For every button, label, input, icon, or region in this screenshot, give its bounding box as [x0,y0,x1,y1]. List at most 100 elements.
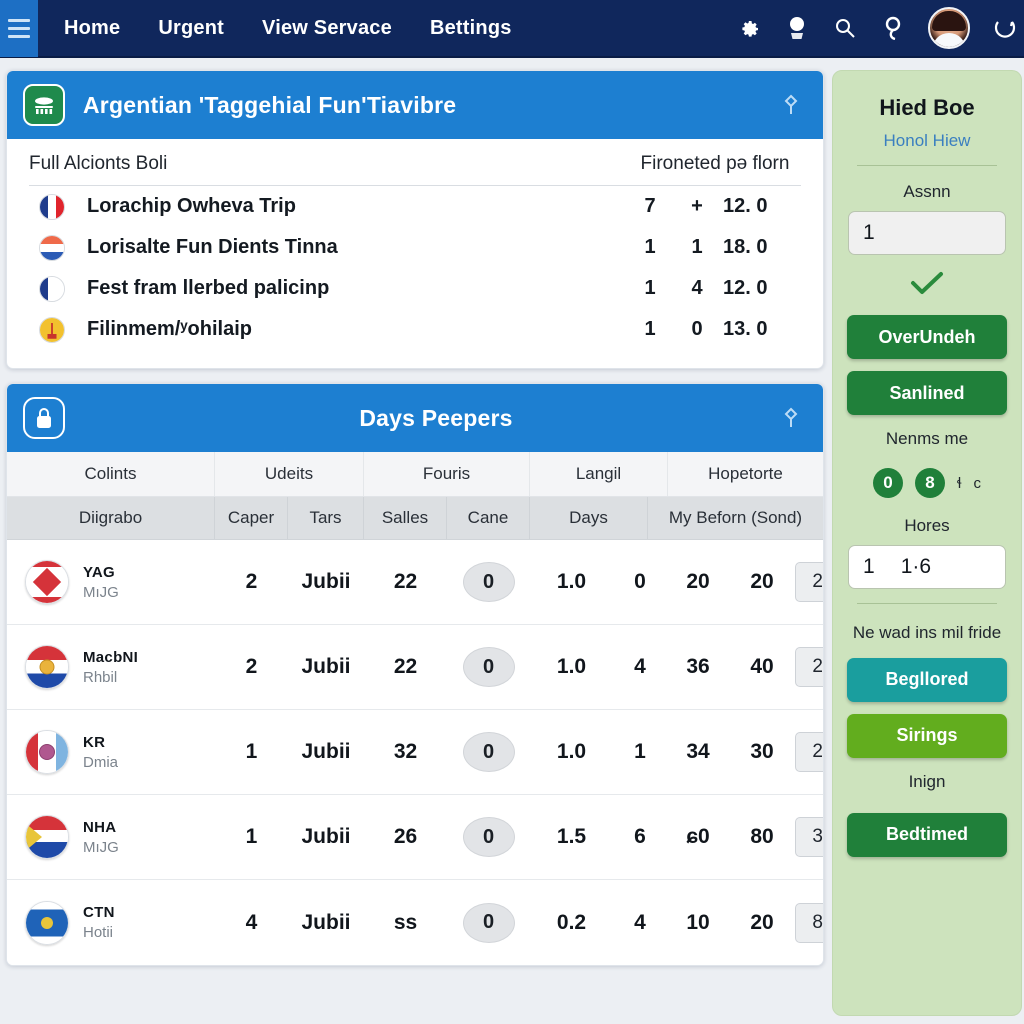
power-icon[interactable] [992,15,1018,41]
panel-title: Hied Boe [879,95,975,120]
list-item-value-a: 1 [644,236,656,258]
pill-badge[interactable]: 0 [462,647,515,687]
table-sub-header-row: Diigrabo Caper Tars Salles Cane Days My … [7,497,823,540]
cell-days-3: 40 [750,655,774,678]
pill-badge[interactable]: 0 [462,562,515,602]
cell-pill-wrap: 0 [447,647,530,687]
group-header-fouris: Fouris [364,452,530,496]
card1-subheader: Full Alcionts Boli Fironeted pə florn [29,153,801,186]
team-abbr: KR [83,733,106,751]
team-abbr: YAG [83,563,116,581]
cell-action-wrap: 30 [795,817,823,857]
mini-mark-0: ɬ [956,474,962,492]
nav-links: Home Urgent View Servace Bettings [64,17,512,40]
list-item[interactable]: Lorisalte Fun Dients Tinna 1 1 18. 0 [29,227,801,268]
cell-days-3: 30 [750,740,774,763]
table-row[interactable]: NHA MıJG 1 Jubii 26 0 1.5 6 ɕ0 80 3 [7,795,823,880]
table-row[interactable]: KR Dmia 1 Jubii 32 0 1.0 1 34 30 20 [7,710,823,795]
row-action-button[interactable]: 20 [795,562,823,602]
main-column: Argentian 'Taggehial Fun'Tiavibre Full A… [6,70,824,1016]
list-item[interactable]: Lorachip Owheva Trip 7 + 12. 0 [29,186,801,227]
combined-button[interactable]: Sanlined [847,371,1007,415]
cell-days-2: ɕ0 [686,825,710,848]
amount-input[interactable]: 1 [848,211,1006,255]
table-row-team: MacbNI Rhbil [7,645,215,689]
inign-label: Inign [908,771,946,791]
row-action-button[interactable]: 20 [795,647,823,687]
sub-header-tars: Tars [288,497,364,539]
pill-badge[interactable]: 0 [462,817,515,857]
cell-days-1: 0 [634,570,646,593]
list-item-value-c: 12. 0 [723,277,768,299]
overunder-button[interactable]: OverUndeh [847,315,1007,359]
nav-link-bettings[interactable]: Bettings [430,17,512,40]
row-action-button[interactable]: 80 [795,902,823,943]
group-header-hopetorte: Hopetorte [708,464,783,483]
list-item[interactable]: Fest fram llerbed palicinp 1 4 12. 0 [29,268,801,309]
sub-header-days: Days [530,497,648,539]
user-pin-icon[interactable] [784,15,810,41]
pill-badge[interactable]: 0 [462,732,515,772]
lock-icon [23,397,65,439]
list-item-value-b: 4 [691,277,703,299]
group-header-colints: Colints [7,452,215,496]
bedtimed-button[interactable]: Bedtimed [847,812,1007,857]
panel-link[interactable]: Honol Hiew [884,131,971,151]
hamburger-menu-icon[interactable] [0,0,38,57]
pill-badge[interactable]: 0 [462,902,515,943]
gear-icon[interactable] [736,15,762,41]
cell-action-wrap: 20 [795,732,823,772]
team-abbr: NHA [83,818,117,836]
cell-salles: 32 [393,740,418,763]
nav-link-view-servace[interactable]: View Servace [262,17,392,40]
flag-icon [39,234,65,261]
list-item-value-a: 7 [644,195,656,217]
table-row[interactable]: YAG MıJG 2 Jubii 22 0 1.0 0 20 20 2 [7,540,823,625]
side-column: Hied Boe Honol Hiew Assnn 1 OverUndeh Sa… [832,70,1022,1016]
checkmark-icon [907,269,947,297]
table-row[interactable]: CTN Hotii 4 Jubii ѕѕ 0 0.2 4 10 20 8 [7,880,823,965]
user-avatar[interactable] [928,7,970,49]
pin-icon[interactable] [779,406,803,430]
nav-link-urgent[interactable]: Urgent [158,17,224,40]
balloon-icon[interactable] [880,15,906,41]
divider [857,603,997,604]
card1-header: Argentian 'Taggehial Fun'Tiavibre [7,71,823,139]
list-item[interactable]: Filinmem/ʸohilaip 1 0 13. 0 [29,309,801,350]
cell-salles: 22 [393,570,418,593]
table-row[interactable]: MacbNI Rhbil 2 Jubii 22 0 1.0 4 36 40 2 [7,625,823,710]
cell-salles: ѕѕ [393,910,418,934]
sub-header-diigrabo: Diigrabo [7,497,215,539]
badge-dot-1[interactable]: 8 [914,468,945,498]
amount-label: Assnn [903,182,951,201]
nav-link-home[interactable]: Home [64,17,120,40]
cell-pill-wrap: 0 [447,902,530,943]
hores-value-1: 1 [863,555,875,578]
cell-tars: Jubii [301,570,351,593]
cell-pill-wrap: 0 [447,562,530,602]
pin-icon[interactable] [779,93,803,117]
flag-icon [25,560,69,604]
card1-title: Argentian 'Taggehial Fun'Tiavibre [83,91,457,118]
panel-note: Ne wad ins mil fride [852,623,1002,642]
search-icon[interactable] [832,15,858,41]
hores-input[interactable]: 1 1·6 [848,545,1006,589]
list-item-label: Lorisalte Fun Dients Tinna [87,236,338,258]
badge-dot-0[interactable]: 0 [872,468,903,498]
cell-cane: 1.0 [556,570,587,593]
cell-caper: 4 [245,910,258,934]
team-sub: Rhbil [83,668,118,686]
flag-icon [25,900,69,945]
group-header-langil: Langil [530,452,668,496]
list-item-value-b: + [691,195,703,217]
list-item-label: Filinmem/ʸohilaip [87,318,252,340]
row-action-button[interactable]: 20 [795,732,823,772]
sub-header-my-beforn: My Beforn (Sond) [668,508,803,527]
begllored-button[interactable]: Begllored [847,657,1007,702]
cell-days-1: 6 [634,825,646,848]
list-item-value-c: 18. 0 [723,236,768,258]
sirings-button[interactable]: Sirings [847,713,1007,758]
cell-days-2: 34 [686,740,710,763]
bet-slip-panel: Hied Boe Honol Hiew Assnn 1 OverUndeh Sa… [832,70,1022,1016]
row-action-button[interactable]: 30 [795,817,823,857]
